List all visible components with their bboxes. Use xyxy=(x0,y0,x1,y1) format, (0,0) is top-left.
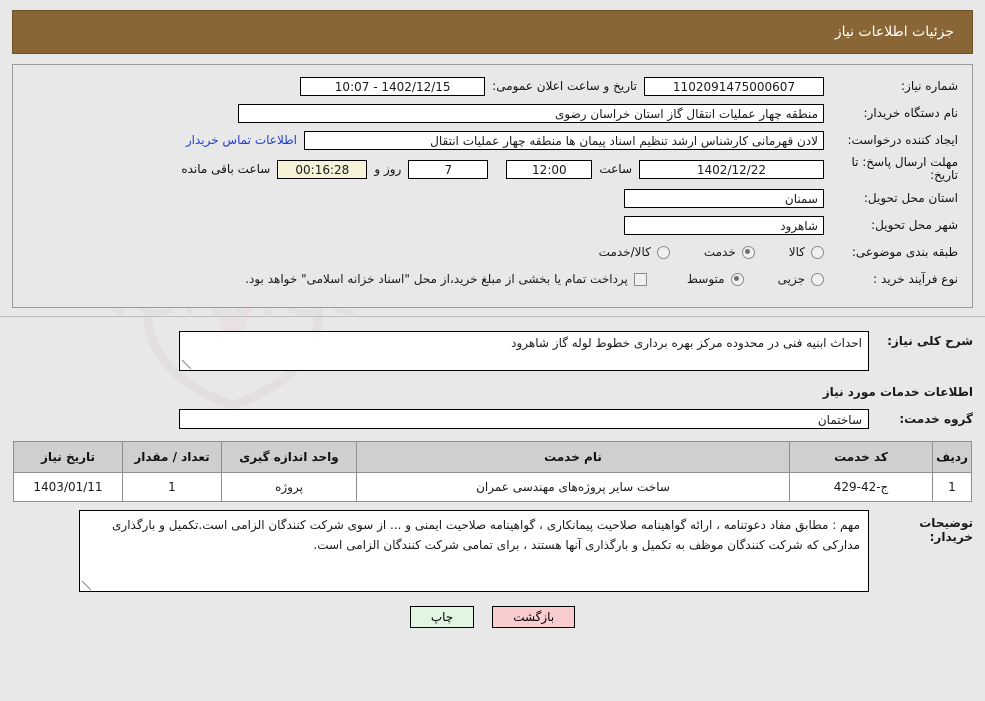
col-unit: واحد اندازه گیری xyxy=(221,441,357,473)
row-buyer-org: نام دستگاه خریدار: منطقه چهار عملیات انت… xyxy=(27,102,958,124)
process-option-label: متوسط xyxy=(686,272,725,286)
checkbox-icon[interactable] xyxy=(633,272,647,286)
buyer-contact-link[interactable]: اطلاعات تماس خریدار xyxy=(179,133,304,147)
row-creator: ایجاد کننده درخواست: لادن قهرمانی کارشنا… xyxy=(27,129,958,151)
services-table: ردیف کد خدمت نام خدمت واحد اندازه گیری ت… xyxy=(13,441,972,502)
deadline-label: مهلت ارسال پاسخ: تا تاریخ: xyxy=(851,155,958,182)
page-title: جزئیات اطلاعات نیاز xyxy=(834,24,954,40)
province-label: استان محل تحویل: xyxy=(863,191,958,205)
cell-service-name: ساخت سایر پروژه‌های مهندسی عمران xyxy=(356,472,790,502)
description-section: شرح کلی نیاز: احداث ابنیه فنی در محدوده … xyxy=(12,331,973,628)
remaining-label: ساعت باقی مانده xyxy=(181,162,271,176)
print-button[interactable]: چاپ xyxy=(409,606,475,628)
process-radio-group: جزیی متوسط xyxy=(653,272,824,286)
days-label: روز و xyxy=(374,162,402,176)
panel-divider xyxy=(0,316,985,317)
description-label: شرح کلی نیاز: xyxy=(887,334,973,348)
city-field[interactable]: شاهرود xyxy=(624,215,824,235)
row-buyer-notes: توضیحات خریدار: مهم : مطابق مفاد دعوتنام… xyxy=(12,510,973,592)
treasury-checkbox-item[interactable]: پرداخت تمام یا بخشی از مبلغ خرید،از محل … xyxy=(245,272,647,286)
deadline-date-field[interactable]: 1402/12/22 xyxy=(639,159,824,179)
countdown-timer-field: 00:16:28 xyxy=(277,159,368,179)
category-option-service[interactable]: خدمت xyxy=(704,245,755,259)
process-option-minor[interactable]: جزیی xyxy=(778,272,824,286)
row-province: استان محل تحویل: سمنان xyxy=(27,187,958,209)
cell-need-date: 1403/01/11 xyxy=(13,472,123,502)
table-header-row: ردیف کد خدمت نام خدمت واحد اندازه گیری ت… xyxy=(13,441,972,473)
row-description: شرح کلی نیاز: احداث ابنیه فنی در محدوده … xyxy=(12,331,973,371)
service-group-field[interactable]: ساختمان xyxy=(179,409,869,429)
cell-quantity: 1 xyxy=(122,472,222,502)
announce-label: تاریخ و ساعت اعلان عمومی: xyxy=(492,79,637,93)
page-header: جزئیات اطلاعات نیاز xyxy=(12,10,973,54)
table-row[interactable]: 1 ج-42-429 ساخت سایر پروژه‌های مهندسی عم… xyxy=(13,472,972,502)
col-service-name: نام خدمت xyxy=(356,441,790,473)
category-option-label: خدمت xyxy=(703,245,736,259)
need-number-field[interactable]: 1102091475000607 xyxy=(644,76,824,96)
need-info-panel: شماره نیاز: 1102091475000607 تاریخ و ساع… xyxy=(12,64,973,308)
col-service-code: کد خدمت xyxy=(789,441,933,473)
row-category: طبقه بندی موضوعی: کالا خدمت کالا/خدمت xyxy=(27,241,958,263)
cell-service-code: ج-42-429 xyxy=(789,472,933,502)
treasury-checkbox-label: پرداخت تمام یا بخشی از مبلغ خرید،از محل … xyxy=(245,272,628,286)
col-radif: ردیف xyxy=(932,441,972,473)
radio-icon[interactable] xyxy=(741,245,755,259)
category-option-goods[interactable]: کالا xyxy=(789,245,824,259)
category-option-label: کالا/خدمت xyxy=(598,245,651,259)
row-process-type: نوع فرآیند خرید : جزیی متوسط پرداخت تمام… xyxy=(27,268,958,290)
process-option-label: جزیی xyxy=(777,272,805,286)
process-label: نوع فرآیند خرید : xyxy=(873,272,958,286)
back-button[interactable]: بازگشت xyxy=(492,606,576,628)
row-city: شهر محل تحویل: شاهرود xyxy=(27,214,958,236)
deadline-time-field[interactable]: 12:00 xyxy=(506,159,593,179)
category-label: طبقه بندی موضوعی: xyxy=(851,245,958,259)
cell-unit: پروژه xyxy=(221,472,357,502)
category-option-goods-service[interactable]: کالا/خدمت xyxy=(599,245,670,259)
hour-label: ساعت xyxy=(599,162,632,176)
city-label: شهر محل تحویل: xyxy=(871,218,958,232)
buyer-org-label: نام دستگاه خریدار: xyxy=(863,106,959,120)
buyer-org-field[interactable]: منطقه چهار عملیات انتقال گاز استان خراسا… xyxy=(238,103,824,123)
radio-icon[interactable] xyxy=(811,245,824,259)
need-number-label: شماره نیاز: xyxy=(901,79,958,93)
footer-actions: بازگشت چاپ xyxy=(12,606,973,628)
process-option-medium[interactable]: متوسط xyxy=(687,272,744,286)
row-service-group: گروه خدمت: ساختمان xyxy=(12,409,973,429)
province-field[interactable]: سمنان xyxy=(624,188,824,208)
buyer-notes-label: توضیحات خریدار: xyxy=(919,516,973,544)
creator-field[interactable]: لادن قهرمانی کارشناس ارشد تنظیم اسناد پی… xyxy=(304,130,824,150)
service-group-label: گروه خدمت: xyxy=(899,412,973,426)
description-textarea[interactable]: احداث ابنیه فنی در محدوده مرکز بهره بردا… xyxy=(179,331,869,371)
category-option-label: کالا xyxy=(788,245,805,259)
cell-radif: 1 xyxy=(932,472,972,502)
row-deadline: مهلت ارسال پاسخ: تا تاریخ: 1402/12/22 سا… xyxy=(27,156,958,182)
col-need-date: تاریخ نیاز xyxy=(13,441,123,473)
row-need-number: شماره نیاز: 1102091475000607 تاریخ و ساع… xyxy=(27,75,958,97)
radio-icon[interactable] xyxy=(811,272,824,286)
creator-label: ایجاد کننده درخواست: xyxy=(847,133,958,147)
category-radio-group: کالا خدمت کالا/خدمت xyxy=(565,245,824,259)
buyer-notes-textarea[interactable]: مهم : مطابق مفاد دعوتنامه ، ارائه گواهین… xyxy=(79,510,869,592)
services-section-title: اطلاعات خدمات مورد نیاز xyxy=(822,385,973,399)
radio-icon[interactable] xyxy=(656,245,670,259)
radio-icon[interactable] xyxy=(730,272,744,286)
remaining-days-field: 7 xyxy=(408,159,489,179)
col-quantity: تعداد / مقدار xyxy=(122,441,222,473)
announce-date-field[interactable]: 1402/12/15 - 10:07 xyxy=(300,76,486,96)
